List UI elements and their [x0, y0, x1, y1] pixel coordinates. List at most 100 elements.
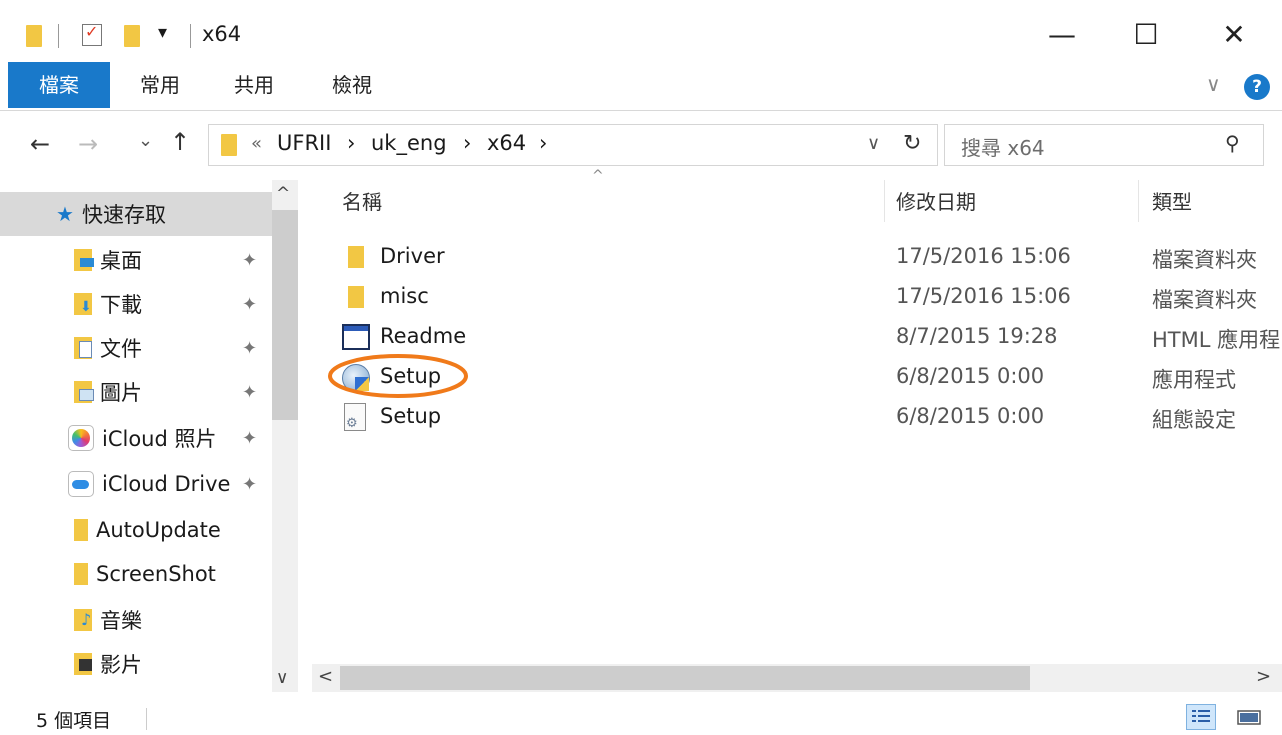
folder-icon [74, 519, 88, 541]
html-application-icon [342, 324, 370, 350]
star-icon: ★ [56, 202, 74, 226]
back-button[interactable]: ← [30, 130, 50, 158]
breadcrumb-item-x64[interactable]: x64 [487, 131, 526, 155]
sidebar-item-icloud-photos[interactable]: iCloud 照片 ✦ [0, 416, 272, 460]
file-list-scroll-thumb[interactable] [340, 666, 1030, 690]
search-input[interactable]: 搜尋 x64 [961, 132, 1045, 161]
search-icon[interactable]: ⚲ [1225, 131, 1240, 155]
sidebar-item-label: 影片 [100, 653, 142, 677]
sidebar-item-pictures[interactable]: 圖片 ✦ [0, 370, 272, 414]
details-view-button[interactable] [1186, 704, 1216, 730]
breadcrumb-separator[interactable]: › [539, 131, 547, 155]
pictures-folder-icon [74, 381, 94, 403]
file-name: Driver [380, 244, 445, 268]
maximize-button[interactable]: ☐ [1116, 4, 1176, 64]
up-button[interactable]: ↑ [170, 128, 190, 156]
pin-icon[interactable]: ✦ [242, 338, 257, 359]
sidebar-item-music[interactable]: ♪ 音樂 [0, 598, 272, 642]
file-type: 檔案資料夾 [1152, 248, 1257, 272]
forward-button[interactable]: → [78, 130, 98, 158]
navigation-pane-scroll-thumb[interactable] [272, 210, 298, 420]
toolbar-separator [190, 24, 191, 48]
pin-icon[interactable]: ✦ [242, 294, 257, 315]
window-title: x64 [202, 22, 242, 46]
pin-icon[interactable]: ✦ [242, 428, 257, 449]
close-button[interactable]: ✕ [1204, 4, 1264, 64]
sidebar-item-label: 桌面 [100, 249, 142, 273]
breadcrumb-separator[interactable]: › [347, 131, 355, 155]
file-name: Readme [380, 324, 467, 348]
file-type: 檔案資料夾 [1152, 288, 1257, 312]
file-row-setup-exe[interactable]: Setup 6/8/2015 0:00 應用程式 [330, 358, 1282, 398]
file-date: 6/8/2015 0:00 [896, 364, 1045, 388]
address-bar[interactable]: « UFRII › uk_eng › x64 › ∨ ↻ [208, 124, 938, 166]
item-count: 5 個項目 [36, 710, 112, 732]
recent-locations-button[interactable]: ⌄ [138, 130, 153, 151]
config-file-icon: ⚙ [344, 403, 366, 431]
breadcrumb-item-ufrii[interactable]: UFRII [277, 131, 331, 155]
sidebar-item-quick-access[interactable]: ★ 快速存取 [0, 192, 272, 236]
pin-icon[interactable]: ✦ [242, 474, 257, 495]
documents-folder-icon [74, 337, 92, 359]
sidebar-item-label: iCloud Drive [102, 472, 231, 496]
column-divider[interactable] [1138, 180, 1139, 222]
help-icon[interactable]: ? [1244, 74, 1270, 100]
folder-icon [26, 25, 42, 47]
scroll-down-button[interactable]: ∨ [276, 668, 288, 688]
minimize-button[interactable]: — [1032, 4, 1092, 64]
icloud-photos-icon [68, 425, 94, 451]
status-separator [146, 708, 147, 730]
properties-icon[interactable]: ✓ [82, 22, 102, 46]
scroll-right-button[interactable]: > [1256, 666, 1271, 687]
sidebar-item-autoupdate[interactable]: AutoUpdate [0, 508, 272, 552]
file-date: 17/5/2016 15:06 [896, 244, 1071, 268]
tab-view[interactable]: 檢視 [332, 62, 372, 108]
large-icons-view-button[interactable] [1232, 704, 1266, 730]
scroll-up-button[interactable]: ^ [276, 184, 290, 204]
refresh-button[interactable]: ↻ [903, 131, 921, 156]
sidebar-item-downloads[interactable]: ⬇ 下載 ✦ [0, 282, 272, 326]
sidebar-item-label: 快速存取 [82, 203, 166, 227]
sidebar-item-videos[interactable]: 影片 [0, 642, 272, 686]
ribbon-expand-button[interactable]: ∨ [1206, 72, 1221, 96]
address-dropdown-button[interactable]: ∨ [867, 133, 880, 154]
sidebar-item-label: 圖片 [100, 381, 142, 405]
sidebar-item-screenshot[interactable]: ScreenShot [0, 552, 272, 596]
sidebar-item-documents[interactable]: 文件 ✦ [0, 326, 272, 370]
file-row-readme[interactable]: Readme 8/7/2015 19:28 HTML 應用程 [330, 318, 1282, 358]
sidebar-item-label: 音樂 [100, 609, 142, 633]
folder-icon [348, 286, 364, 308]
scroll-left-button[interactable]: < [318, 666, 333, 687]
breadcrumb-separator[interactable]: › [463, 131, 471, 155]
file-row-setup-config[interactable]: ⚙ Setup 6/8/2015 0:00 組態設定 [330, 398, 1282, 438]
file-row-misc[interactable]: misc 17/5/2016 15:06 檔案資料夾 [330, 278, 1282, 318]
search-box[interactable]: 搜尋 x64 ⚲ [944, 124, 1264, 166]
details-view-icon [1192, 710, 1210, 722]
column-header-type[interactable]: 類型 [1152, 186, 1192, 216]
file-date: 17/5/2016 15:06 [896, 284, 1071, 308]
tab-file[interactable]: 檔案 [8, 62, 110, 108]
tab-home[interactable]: 常用 [140, 62, 180, 108]
pin-icon[interactable]: ✦ [242, 250, 257, 271]
pin-icon[interactable]: ✦ [242, 382, 257, 403]
file-row-driver[interactable]: Driver 17/5/2016 15:06 檔案資料夾 [330, 238, 1282, 278]
quick-access-dropdown[interactable]: ▾ [158, 22, 167, 43]
sidebar-item-label: 下載 [100, 293, 142, 317]
column-header-date-modified[interactable]: 修改日期 [896, 186, 976, 216]
downloads-folder-icon: ⬇ [74, 293, 92, 315]
icloud-drive-icon [68, 471, 94, 497]
file-type: 組態設定 [1152, 408, 1236, 432]
breadcrumb-item-uk-eng[interactable]: uk_eng [371, 131, 447, 155]
column-header-name[interactable]: 名稱 [342, 186, 382, 216]
tab-share[interactable]: 共用 [234, 62, 274, 108]
folder-icon [348, 246, 364, 268]
sidebar-item-icloud-drive[interactable]: iCloud Drive ✦ [0, 462, 272, 506]
sort-ascending-icon: ^ [592, 168, 604, 184]
breadcrumb-overflow[interactable]: « [251, 133, 262, 154]
sidebar-item-desktop[interactable]: 桌面 ✦ [0, 238, 272, 282]
sidebar-item-label: ScreenShot [96, 562, 216, 586]
file-type: 應用程式 [1152, 368, 1236, 392]
new-folder-icon[interactable] [124, 25, 140, 47]
file-list-header [298, 176, 1282, 224]
column-divider[interactable] [884, 180, 885, 222]
